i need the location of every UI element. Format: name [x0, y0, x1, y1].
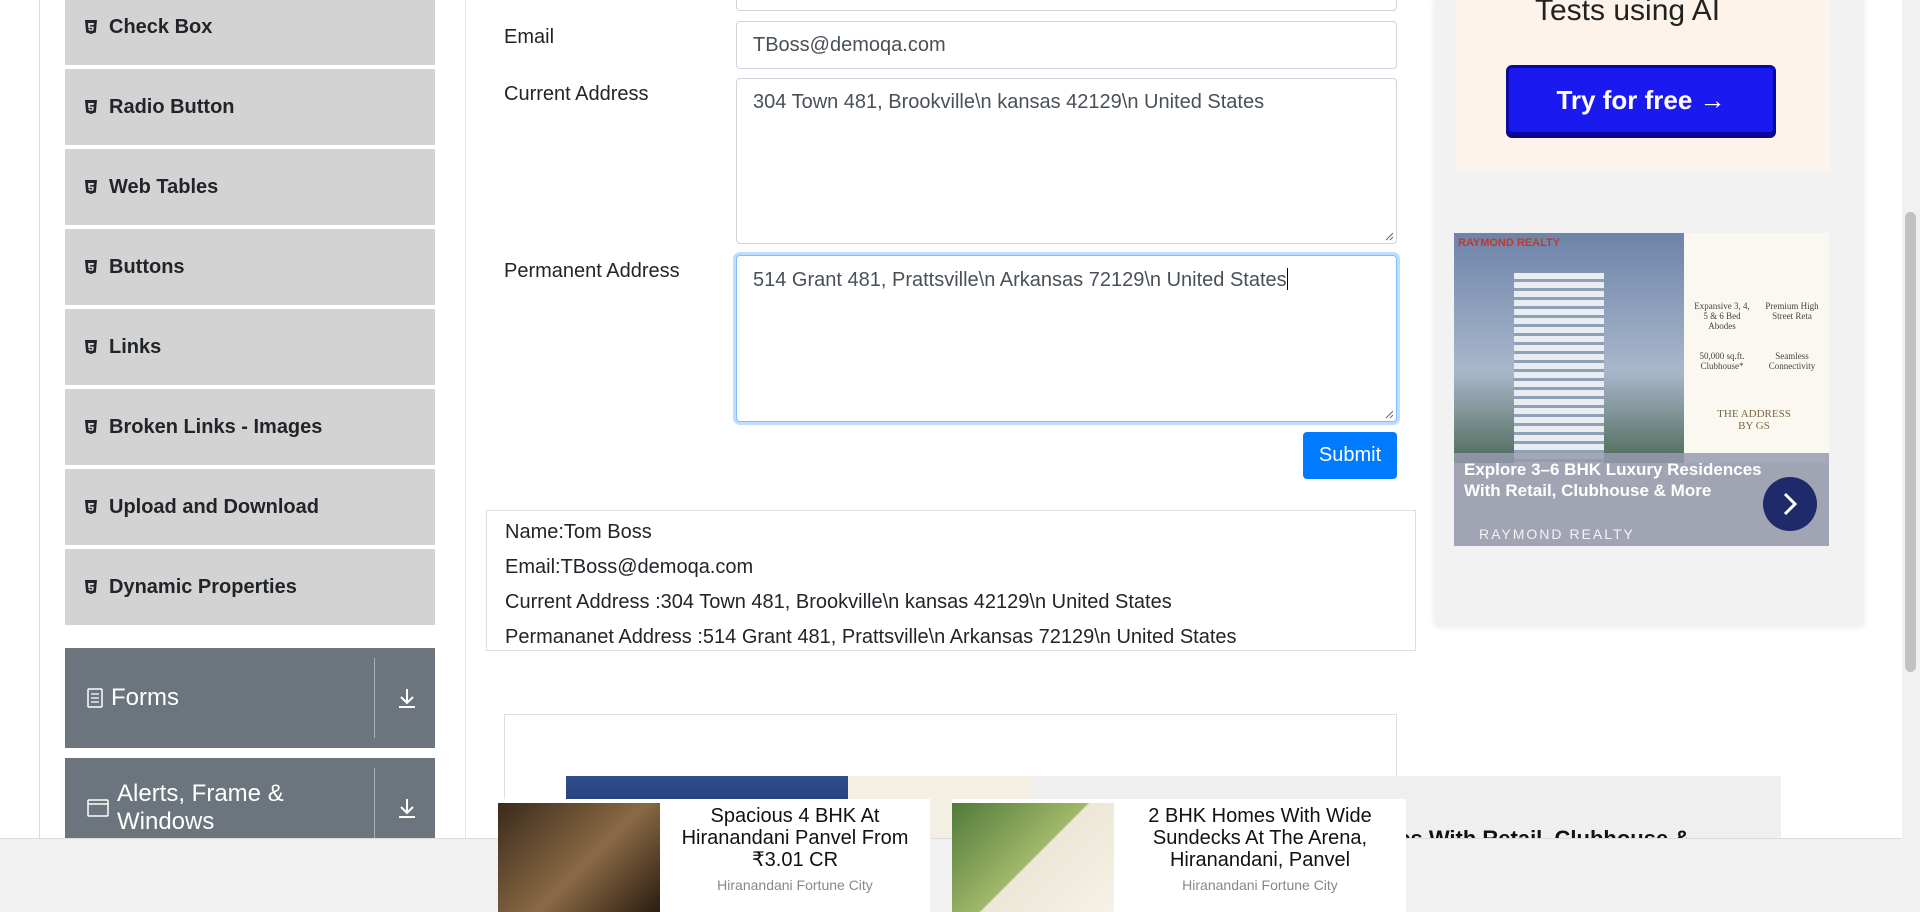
feature-text: 50,000 sq.ft. Clubhouse*: [1699, 351, 1745, 371]
current-address-value: 304 Town 481, Brookville\n kansas 42129\…: [753, 91, 1265, 113]
feature-text: Seamless Connectivity: [1768, 351, 1816, 371]
sidebar-item-links[interactable]: Links: [65, 309, 435, 387]
html5-icon: [83, 418, 99, 436]
permanent-address-label: Permanent Address: [504, 260, 680, 282]
permanent-address-value: 514 Grant 481, Prattsville\n Arkansas 72…: [753, 269, 1287, 291]
text-caret: [1286, 268, 1288, 290]
sidebar-item-label: Links: [109, 335, 162, 358]
email-label: Email: [504, 26, 555, 48]
try-for-free-button[interactable]: Try for free →: [1506, 65, 1776, 135]
ad-source: Hiranandani Fortune City: [1182, 877, 1338, 893]
sidebar-item-upload-download[interactable]: Upload and Download: [65, 469, 435, 547]
group-separator: [374, 768, 375, 848]
current-address-label: Current Address: [504, 83, 649, 105]
scrollbar-thumb[interactable]: [1905, 212, 1916, 672]
ad-image: [498, 803, 660, 912]
ai-ad-title: Tests using AI: [1535, 0, 1721, 27]
output-permanent-address: Permananet Address :514 Grant 481, Pratt…: [505, 626, 1237, 648]
bottom-ad-bar: [0, 838, 1902, 912]
sidebar-item-broken-links[interactable]: Broken Links - Images: [65, 389, 435, 467]
sidebar-item-web-tables[interactable]: Web Tables: [65, 149, 435, 227]
output-panel: Name:Tom Boss Email:TBoss@demoqa.com Cur…: [486, 510, 1416, 651]
email-field[interactable]: TBoss@demoqa.com: [736, 21, 1397, 69]
download-arrow-icon[interactable]: [393, 687, 421, 709]
bottom-ad-2[interactable]: 2 BHK Homes With Wide Sundecks At The Ar…: [952, 799, 1406, 912]
feature-text: Premium High Street Reta: [1765, 301, 1819, 321]
ad-sponsor: RAYMOND REALTY: [1479, 526, 1635, 542]
building-image: [1514, 273, 1604, 463]
html5-icon: [83, 18, 99, 36]
bottom-ad-1[interactable]: Spacious 4 BHK At Hiranandani Panvel Fro…: [498, 799, 930, 912]
html5-icon: [83, 338, 99, 356]
output-name: Name:Tom Boss: [505, 521, 652, 543]
sidebar-item-label: Radio Button: [109, 95, 235, 118]
full-name-field[interactable]: [736, 0, 1397, 11]
group-separator: [374, 658, 375, 738]
window-icon: [87, 799, 109, 817]
document-icon: [87, 688, 103, 708]
submit-button[interactable]: Submit: [1303, 432, 1397, 479]
ad-image: [952, 803, 1114, 912]
output-current-address: Current Address :304 Town 481, Brookvill…: [505, 591, 1172, 613]
realty-ad[interactable]: RAYMOND REALTY Expansive 3, 4, 5 & 6 Bed…: [1454, 233, 1829, 546]
ad-title: Spacious 4 BHK At Hiranandani Panvel Fro…: [681, 805, 909, 871]
resize-handle-icon[interactable]: [1384, 231, 1394, 241]
sidebar-item-label: Dynamic Properties: [109, 575, 297, 598]
group-label: Alerts, Frame & Windows: [117, 780, 284, 835]
sidebar-item-label: Broken Links - Images: [109, 415, 323, 438]
current-address-field[interactable]: 304 Town 481, Brookville\n kansas 42129\…: [736, 78, 1397, 244]
ad-source: Hiranandani Fortune City: [717, 877, 873, 893]
sidebar-item-label: Web Tables: [109, 175, 219, 198]
html5-icon: [83, 98, 99, 116]
html5-icon: [83, 178, 99, 196]
group-label: Forms: [111, 684, 179, 711]
sidebar-divider: [465, 0, 466, 840]
sidebar-group-forms[interactable]: Forms: [65, 648, 435, 748]
permanent-address-field[interactable]: 514 Grant 481, Prattsville\n Arkansas 72…: [736, 255, 1397, 422]
chevron-right-icon[interactable]: [1763, 477, 1817, 531]
ad-address-logo: THE ADDRESS BY GS: [1717, 408, 1791, 432]
sidebar-item-dynamic-properties[interactable]: Dynamic Properties: [65, 549, 435, 627]
sidebar-item-label: Buttons: [109, 255, 185, 278]
feature-text: Expansive 3, 4, 5 & 6 Bed Abodes: [1694, 301, 1750, 331]
output-email: Email:TBoss@demoqa.com: [505, 556, 754, 578]
ad-headline: Explore 3–6 BHK Luxury Residences With R…: [1464, 460, 1762, 500]
sidebar-item-radio-button[interactable]: Radio Button: [65, 69, 435, 147]
sidebar-item-check-box[interactable]: Check Box: [65, 0, 435, 67]
page: Check Box Radio Button Web Tables Button…: [0, 0, 1920, 912]
sidebar-item-label: Check Box: [109, 15, 213, 38]
realty-brand: RAYMOND REALTY: [1458, 237, 1561, 249]
html5-icon: [83, 578, 99, 596]
sidebar-item-label: Upload and Download: [109, 495, 319, 518]
html5-icon: [83, 498, 99, 516]
download-arrow-icon[interactable]: [393, 797, 421, 819]
resize-handle-icon[interactable]: [1384, 409, 1394, 419]
sidebar-border: [39, 0, 40, 840]
ad-title: 2 BHK Homes With Wide Sundecks At The Ar…: [1148, 805, 1372, 871]
sidebar-item-buttons[interactable]: Buttons: [65, 229, 435, 307]
html5-icon: [83, 258, 99, 276]
